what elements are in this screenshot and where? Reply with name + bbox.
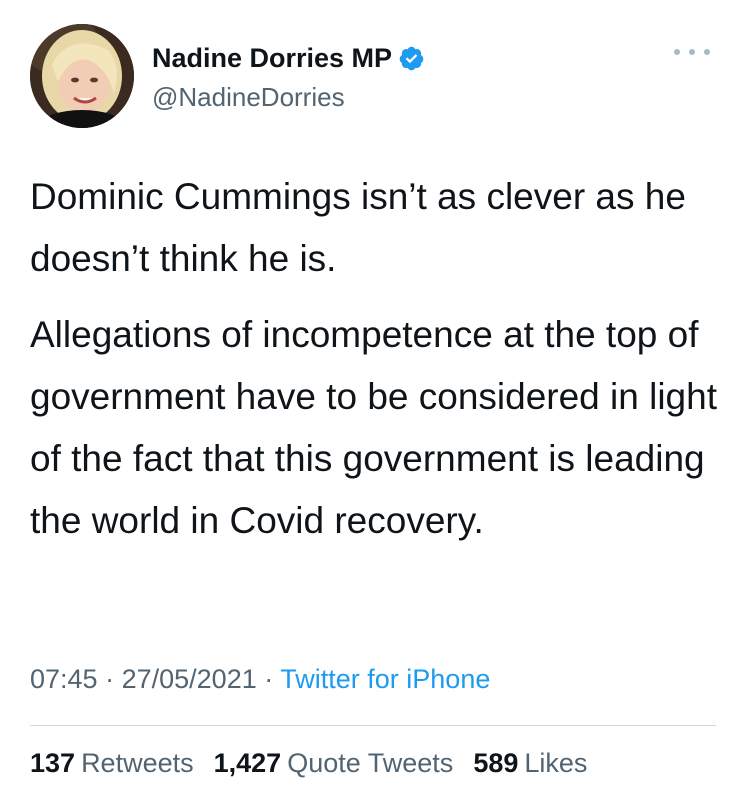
display-name-row: Nadine Dorries MP bbox=[152, 40, 425, 76]
tweet-text: Dominic Cummings isn’t as clever as he d… bbox=[30, 166, 720, 552]
quote-tweets-label: Quote Tweets bbox=[287, 748, 454, 778]
tweet-stats: 137 Retweets 1,427 Quote Tweets 589 Likes bbox=[30, 748, 607, 779]
more-options-icon[interactable] bbox=[674, 42, 710, 62]
more-dot bbox=[674, 49, 680, 55]
avatar-image bbox=[30, 24, 134, 128]
tweet-card: Nadine Dorries MP @NadineDorries Dominic… bbox=[0, 0, 734, 804]
tweet-header: Nadine Dorries MP @NadineDorries bbox=[30, 24, 714, 128]
divider bbox=[30, 725, 716, 726]
tweet-paragraph: Allegations of incompetence at the top o… bbox=[30, 314, 717, 541]
author-names: Nadine Dorries MP @NadineDorries bbox=[152, 40, 425, 113]
meta-separator: · bbox=[264, 664, 281, 694]
retweets-stat[interactable]: 137 Retweets bbox=[30, 748, 194, 779]
more-dot bbox=[689, 49, 695, 55]
tweet-meta: 07:45 · 27/05/2021 · Twitter for iPhone bbox=[30, 664, 490, 695]
meta-separator: · bbox=[105, 664, 122, 694]
avatar[interactable] bbox=[30, 24, 134, 128]
tweet-date[interactable]: 27/05/2021 bbox=[122, 664, 257, 694]
retweets-count: 137 bbox=[30, 748, 76, 778]
quote-tweets-stat[interactable]: 1,427 Quote Tweets bbox=[214, 748, 454, 779]
likes-label: Likes bbox=[524, 748, 588, 778]
author-handle[interactable]: @NadineDorries bbox=[152, 82, 425, 113]
tweet-paragraph: Dominic Cummings isn’t as clever as he d… bbox=[30, 176, 686, 279]
tweet-time[interactable]: 07:45 bbox=[30, 664, 98, 694]
tweet-source-link[interactable]: Twitter for iPhone bbox=[280, 664, 490, 694]
more-dot bbox=[704, 49, 710, 55]
quote-tweets-count: 1,427 bbox=[213, 748, 282, 778]
likes-count: 589 bbox=[473, 748, 519, 778]
likes-stat[interactable]: 589 Likes bbox=[473, 748, 587, 779]
retweets-label: Retweets bbox=[81, 748, 194, 778]
verified-badge-icon bbox=[398, 45, 425, 72]
author-display-name[interactable]: Nadine Dorries MP bbox=[152, 43, 392, 74]
